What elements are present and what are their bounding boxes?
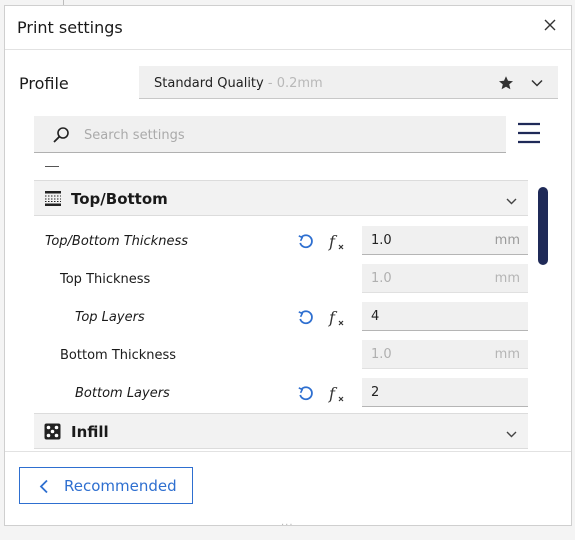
value-field: 1.0 mm (362, 340, 528, 369)
category-top-bottom[interactable]: Top/Bottom (34, 180, 528, 216)
search-box[interactable] (34, 116, 506, 153)
function-icon: f (328, 308, 348, 332)
footer-divider (5, 451, 571, 452)
value-text: 1.0 (371, 347, 392, 362)
settings-list: Top/Bottom Top/Bottom Thickness f 1.0 mm… (34, 161, 528, 451)
value-field[interactable]: 4 (362, 302, 528, 331)
top-bottom-icon (44, 190, 62, 211)
svg-text:f: f (328, 384, 338, 403)
search-input[interactable] (84, 125, 484, 145)
value-field[interactable]: 2 (362, 378, 528, 407)
scrollbar-thumb[interactable] (538, 187, 548, 265)
value-text: 1.0 (371, 271, 392, 286)
collapsed-divider (45, 166, 59, 167)
search-icon (52, 126, 70, 148)
value-text: 1.0 (371, 233, 392, 248)
reset-icon[interactable] (297, 309, 315, 331)
resize-grip[interactable]: ··· (281, 520, 294, 531)
panel-title: Print settings (17, 18, 123, 37)
setting-row: Top Thickness 1.0 mm (34, 261, 528, 299)
setting-row: Bottom Thickness 1.0 mm (34, 337, 528, 375)
reset-icon[interactable] (297, 233, 315, 255)
function-icon: f (328, 384, 348, 408)
profile-dropdown[interactable]: Standard Quality - 0.2mm (139, 66, 558, 99)
unit-text: mm (494, 271, 520, 286)
setting-label: Bottom Layers (75, 386, 170, 401)
profile-name-text: Standard Quality (154, 76, 264, 91)
setting-label: Bottom Thickness (60, 348, 177, 363)
close-icon[interactable] (541, 16, 559, 34)
setting-label: Top Layers (75, 310, 145, 325)
value-text: 2 (371, 385, 380, 400)
category-infill[interactable]: Infill (34, 413, 528, 449)
value-field[interactable]: 1.0 mm (362, 226, 528, 255)
setting-row: Bottom Layers f 2 (34, 375, 528, 413)
recommended-label: Recommended (64, 477, 177, 495)
unit-text: mm (494, 347, 520, 362)
category-label: Top/Bottom (71, 190, 168, 208)
print-settings-panel: Print settings Profile Standard Quality … (4, 5, 572, 531)
value-text: 4 (371, 309, 380, 324)
profile-name: Standard Quality - 0.2mm (154, 76, 323, 91)
chevron-down-icon[interactable] (530, 75, 544, 94)
setting-label: Top Thickness (60, 272, 151, 287)
reset-icon[interactable] (297, 385, 315, 407)
menu-icon[interactable] (517, 122, 541, 148)
svg-text:f: f (328, 232, 338, 251)
chevron-left-icon (38, 479, 50, 498)
setting-label: Top/Bottom Thickness (45, 234, 188, 249)
function-icon: f (328, 232, 348, 256)
chevron-down-icon (505, 426, 518, 445)
value-field: 1.0 mm (362, 264, 528, 293)
star-icon[interactable] (498, 75, 514, 95)
infill-icon (44, 423, 61, 444)
unit-text: mm (494, 233, 520, 248)
setting-row: Top/Bottom Thickness f 1.0 mm (34, 223, 528, 261)
category-label: Infill (71, 423, 109, 441)
svg-text:f: f (328, 308, 338, 327)
recommended-button[interactable]: Recommended (19, 467, 193, 504)
profile-layer-height: - 0.2mm (267, 76, 323, 91)
header-divider (5, 49, 571, 50)
profile-label: Profile (19, 74, 69, 93)
setting-row: Top Layers f 4 (34, 299, 528, 337)
chevron-down-icon (505, 193, 518, 212)
